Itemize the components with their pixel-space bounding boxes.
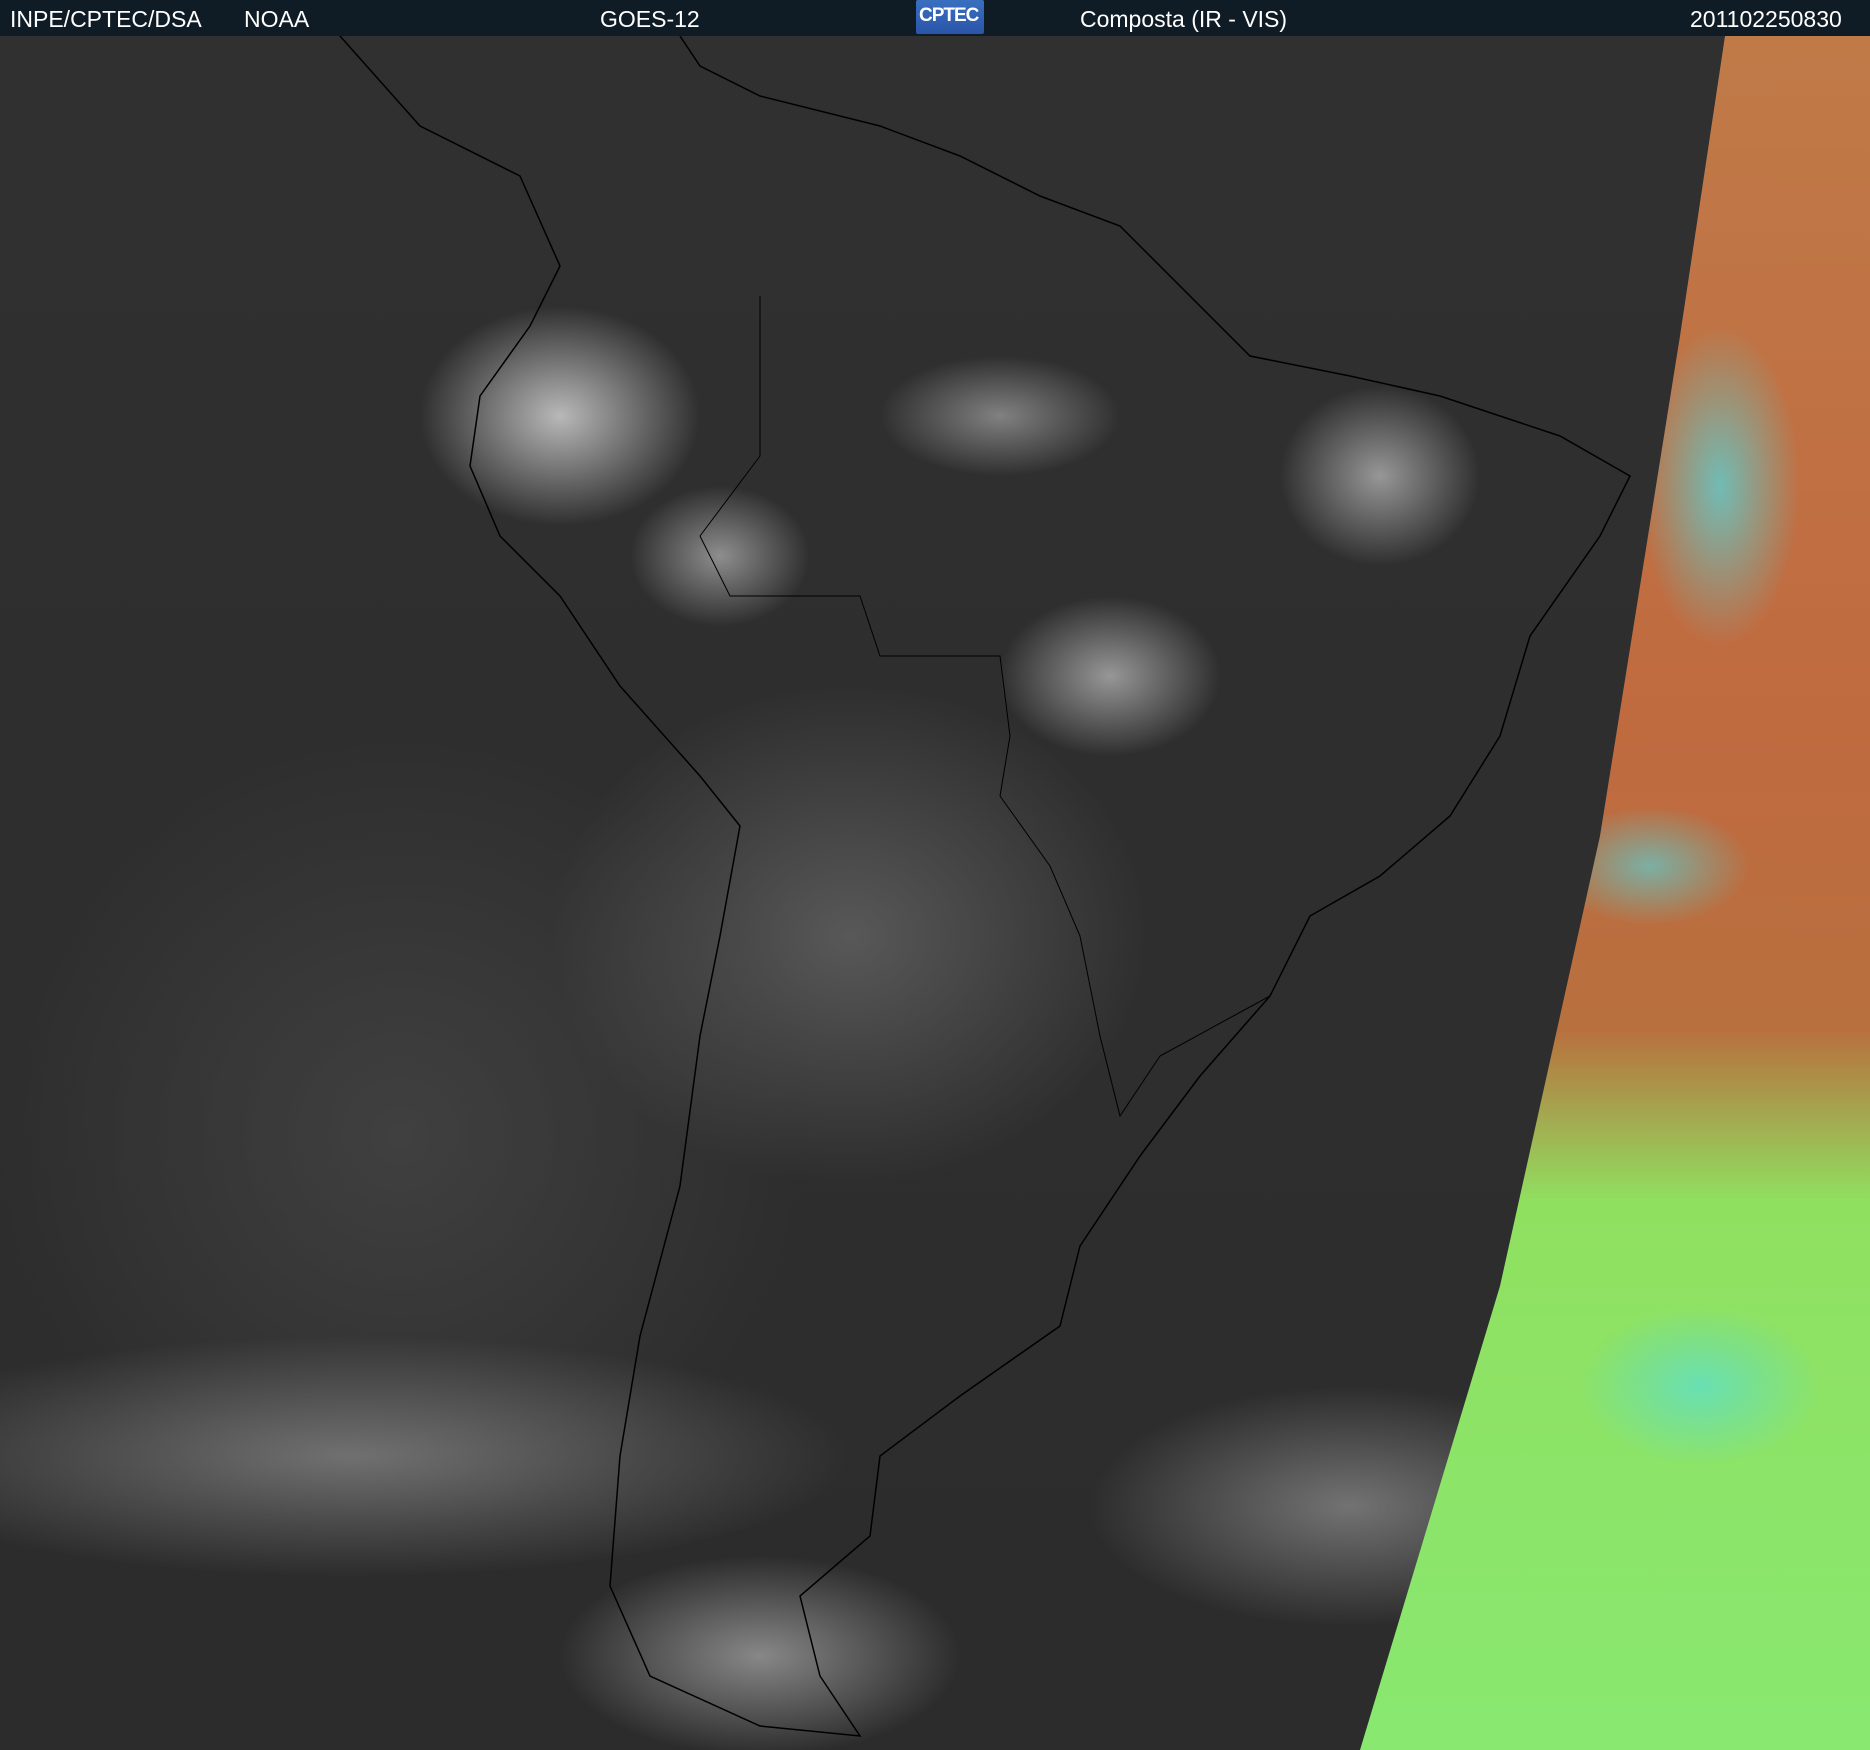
cptec-logo: CPTEC bbox=[916, 0, 984, 34]
satellite-image bbox=[0, 36, 1870, 1750]
satellite-label: GOES-12 bbox=[600, 6, 700, 32]
timestamp-label: 201102250830 bbox=[1690, 6, 1842, 32]
header-bar: INPE/CPTEC/DSA NOAA GOES-12 CPTEC Compos… bbox=[0, 0, 1870, 36]
coastline-map bbox=[339, 36, 1631, 1737]
south-america-outline bbox=[339, 36, 1631, 1737]
product-label: Composta (IR - VIS) bbox=[1080, 6, 1288, 32]
brazil-border bbox=[699, 296, 1271, 1118]
agency-label: NOAA bbox=[244, 6, 310, 32]
source-label: INPE/CPTEC/DSA bbox=[10, 6, 202, 32]
